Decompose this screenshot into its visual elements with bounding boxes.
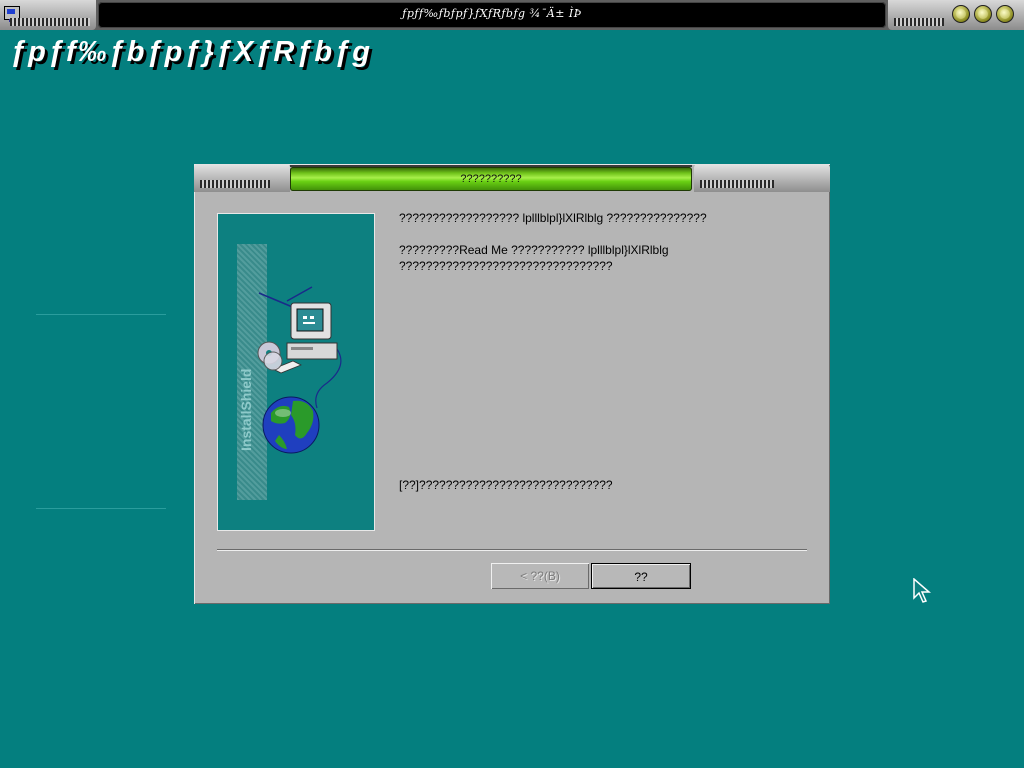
setup-dialog: ?????????? InstallShield (194, 164, 830, 604)
dialog-grip-left (194, 164, 290, 192)
dialog-titlebar[interactable]: ?????????? (290, 165, 692, 191)
grip-ribs (200, 180, 270, 188)
dialog-title: ?????????? (460, 173, 522, 185)
minimize-button[interactable] (952, 5, 970, 23)
maximize-button[interactable] (974, 5, 992, 23)
button-separator (217, 549, 807, 551)
dialog-grip-right (694, 164, 830, 192)
window-titlebar[interactable]: ƒpƒf‰ƒbƒpƒ}ƒXƒRƒbƒg ¾¯Ä± ÌÞ (0, 0, 1024, 30)
installshield-logo-text: InstallShield (238, 369, 254, 451)
installshield-side-image: InstallShield (217, 213, 375, 531)
background-divider (36, 314, 166, 315)
computer-globe-illustration (257, 286, 342, 454)
computer-icon (272, 302, 338, 374)
next-button[interactable]: ?? (591, 563, 691, 589)
titlebar-grip-right (888, 0, 1024, 30)
globe-icon (262, 396, 320, 454)
back-button[interactable]: < ??(B) (491, 563, 589, 589)
mouse-cursor-icon (913, 578, 932, 603)
titlebar-center: ƒpƒf‰ƒbƒpƒ}ƒXƒRƒbƒg ¾¯Ä± ÌÞ (98, 2, 886, 28)
next-instruction: [??]????????????????????????????? (399, 478, 613, 492)
grip-ribs (894, 18, 944, 26)
readme-message-line2: ???????????????????????????????? (399, 259, 613, 273)
grip-ribs (700, 180, 774, 188)
dialog-header[interactable]: ?????????? (194, 164, 830, 192)
welcome-message: ?????????????????? lplllblpl}lXlRlblg ??… (399, 211, 707, 225)
readme-message-line1: ?????????Read Me ??????????? lplllblpl}l… (399, 243, 669, 257)
grip-ribs (10, 18, 90, 26)
window-title: ƒpƒf‰ƒbƒpƒ}ƒXƒRƒbƒg ¾¯Ä± ÌÞ (402, 7, 582, 20)
background-divider (36, 508, 166, 509)
cd-icon (257, 341, 283, 371)
product-banner: ƒpƒf‰ƒbƒpƒ}ƒXƒRƒbƒg (10, 36, 372, 68)
next-button-label: ?? (634, 570, 648, 584)
titlebar-grip-left (0, 0, 96, 30)
close-button[interactable] (996, 5, 1014, 23)
back-button-label: < ??(B) (520, 569, 560, 583)
